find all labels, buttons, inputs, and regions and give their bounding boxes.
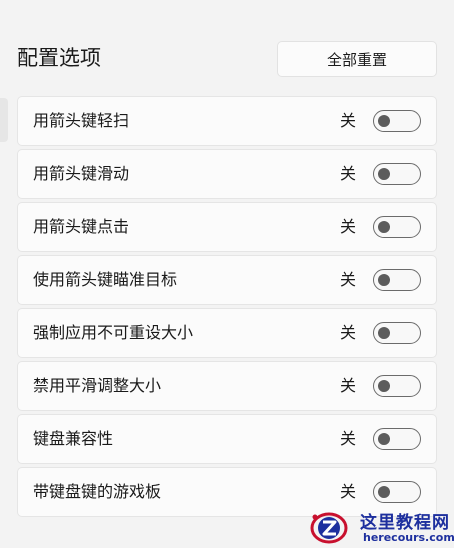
setting-row-slide: 用箭头键滑动 关 [17, 149, 437, 199]
toggle-knob [378, 273, 390, 286]
watermark-title: 这里教程网 [360, 513, 450, 533]
page-title: 配置选项 [17, 46, 101, 70]
setting-row-force-non-resizable: 强制应用不可重设大小 关 [17, 308, 437, 358]
setting-state: 关 [339, 164, 356, 183]
toggle-switch[interactable] [373, 375, 421, 397]
setting-state: 关 [339, 111, 356, 130]
setting-label: 用箭头键点击 [33, 217, 130, 236]
setting-row-aim: 使用箭头键瞄准目标 关 [17, 255, 437, 305]
toggle-knob [378, 432, 390, 445]
toggle-switch[interactable] [373, 110, 421, 132]
setting-row-click: 用箭头键点击 关 [17, 202, 437, 252]
toggle-switch[interactable] [373, 322, 421, 344]
setting-row-disable-smooth-resize: 禁用平滑调整大小 关 [17, 361, 437, 411]
toggle-knob [378, 379, 390, 392]
toggle-switch[interactable] [373, 216, 421, 238]
toggle-switch[interactable] [373, 428, 421, 450]
setting-state: 关 [339, 429, 356, 448]
setting-row-swipe: 用箭头键轻扫 关 [17, 96, 437, 146]
setting-label: 强制应用不可重设大小 [33, 323, 194, 342]
toggle-switch[interactable] [373, 481, 421, 503]
setting-state: 关 [339, 376, 356, 395]
settings-list: 用箭头键轻扫 关 用箭头键滑动 关 用箭头键点击 关 使用箭头键瞄准目标 关 强… [17, 96, 437, 520]
config-header: 配置选项 全部重置 [17, 38, 437, 80]
setting-label: 带键盘键的游戏板 [33, 482, 162, 501]
toggle-knob [378, 220, 390, 233]
toggle-knob [378, 114, 390, 127]
setting-label: 用箭头键轻扫 [33, 111, 130, 130]
setting-label: 使用箭头键瞄准目标 [33, 270, 178, 289]
toggle-switch[interactable] [373, 269, 421, 291]
toggle-knob [378, 326, 390, 339]
left-scroll-edge [0, 98, 8, 142]
setting-label: 键盘兼容性 [33, 429, 114, 448]
reset-all-button[interactable]: 全部重置 [277, 41, 437, 77]
site-watermark: 这里教程网 herecours.com [306, 506, 454, 548]
setting-state: 关 [339, 323, 356, 342]
setting-row-keyboard-compat: 键盘兼容性 关 [17, 414, 437, 464]
setting-label: 禁用平滑调整大小 [33, 376, 162, 395]
toggle-switch[interactable] [373, 163, 421, 185]
setting-state: 关 [339, 270, 356, 289]
setting-label: 用箭头键滑动 [33, 164, 130, 183]
z-logo-icon [310, 512, 348, 544]
toggle-knob [378, 485, 390, 498]
setting-state: 关 [339, 217, 356, 236]
toggle-knob [378, 167, 390, 180]
watermark-url: herecours.com [363, 531, 454, 544]
